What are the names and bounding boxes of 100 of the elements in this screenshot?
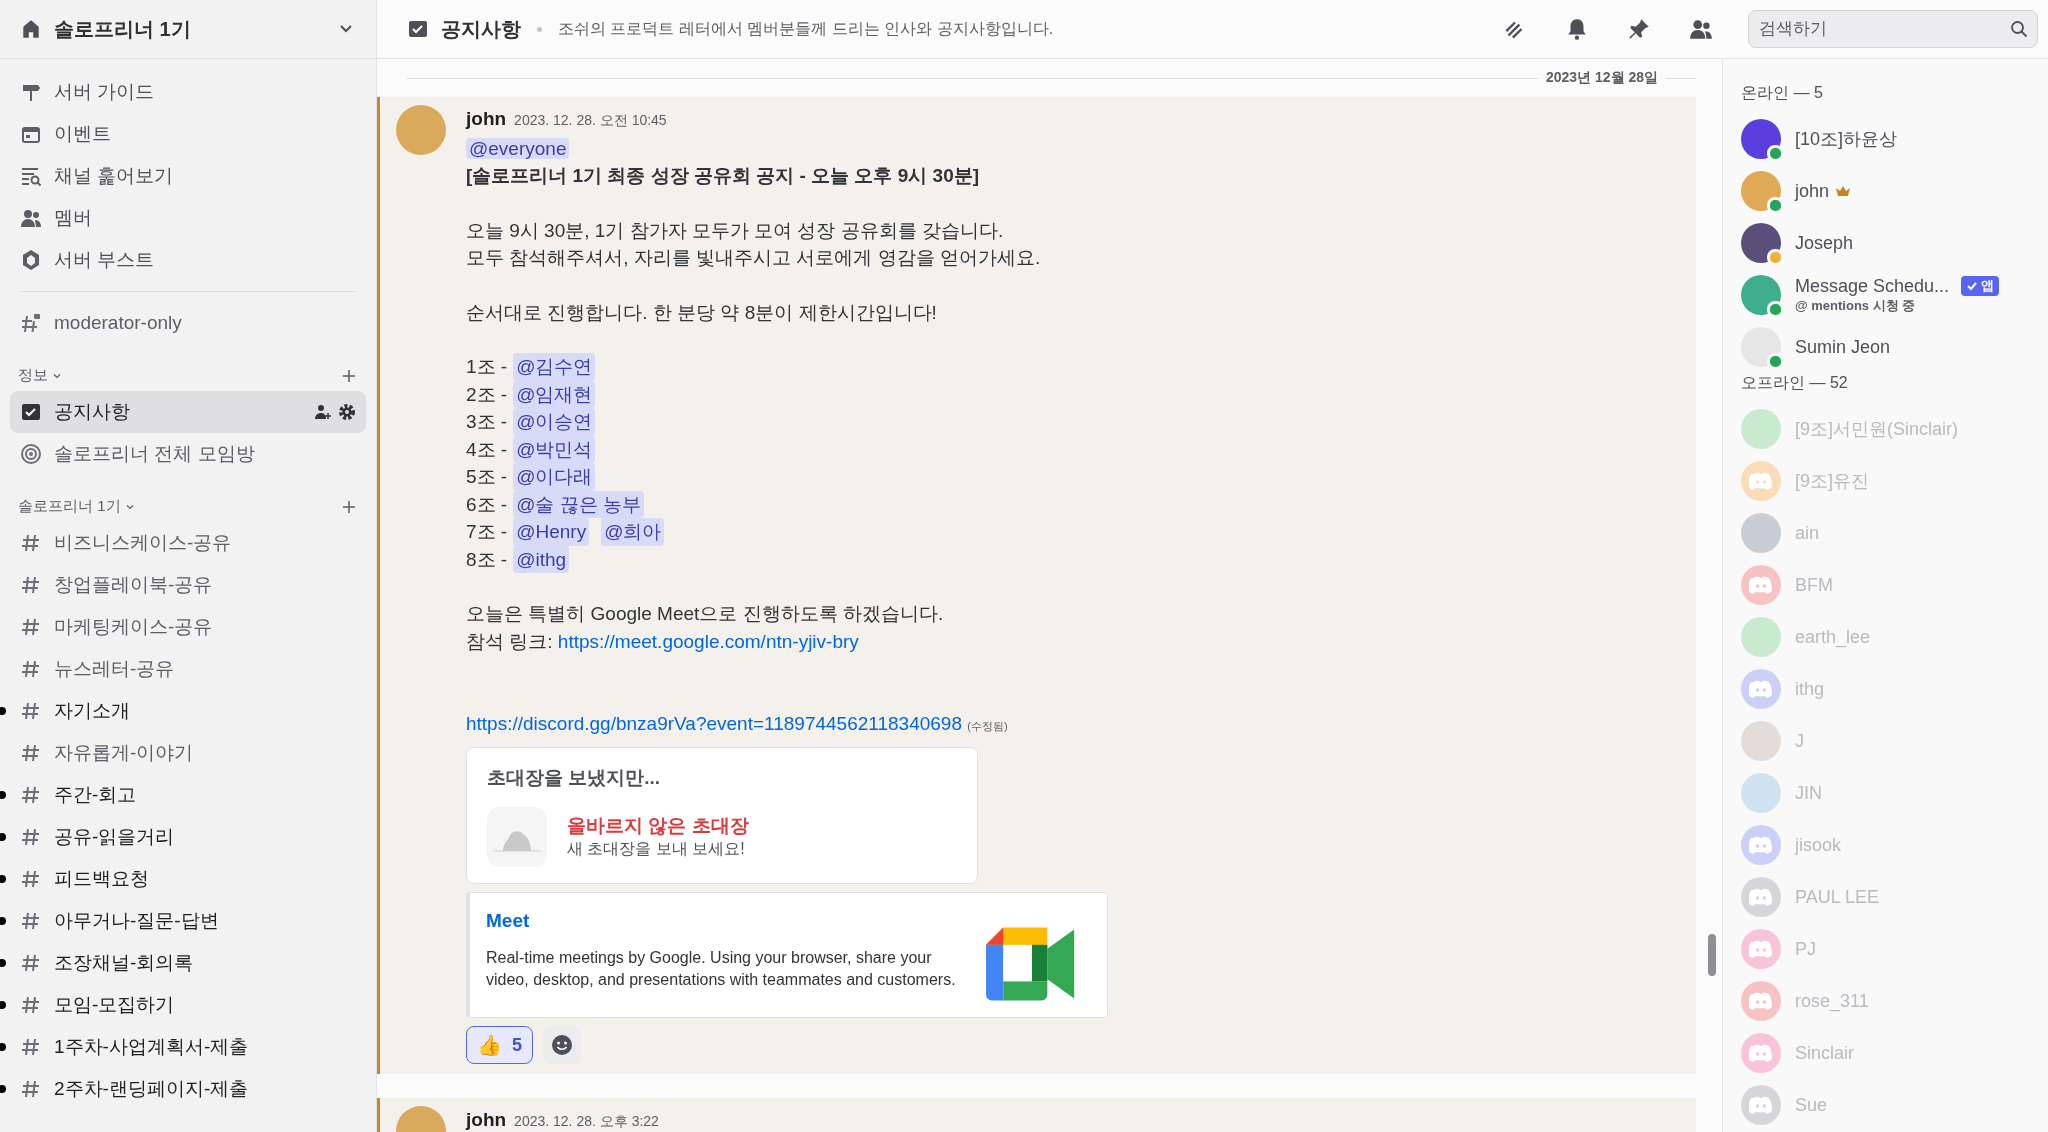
announcement-icon <box>20 401 42 423</box>
nav-item[interactable]: 서버 가이드 <box>10 71 366 113</box>
mention[interactable]: @임재현 <box>513 380 596 408</box>
link[interactable]: https://meet.google.com/ntn-yjiv-bry <box>557 630 859 652</box>
member-name: Joseph <box>1795 232 1854 254</box>
nav-item[interactable]: 서버 부스트 <box>10 239 366 281</box>
channel-item[interactable]: 1주차-사업계획서-제출 <box>10 1026 366 1068</box>
hash-icon <box>20 910 42 932</box>
channel-item[interactable]: 자유롭게-이야기 <box>10 732 366 774</box>
timestamp: 2023. 12. 28. 오전 10:45 <box>514 111 667 130</box>
add-channel-icon[interactable] <box>342 499 356 514</box>
embed-title[interactable]: Meet <box>486 907 956 935</box>
server-icon <box>20 18 42 40</box>
mention[interactable]: @everyone <box>466 137 570 159</box>
member-name: [10조]하윤상 <box>1795 128 1898 151</box>
member-name: [9조]유진 <box>1795 470 1869 493</box>
settings-icon[interactable] <box>338 403 356 421</box>
mention[interactable]: @희아 <box>601 518 665 546</box>
member-activity: @ mentions 시청 중 <box>1795 296 1917 315</box>
hash-icon <box>20 952 42 974</box>
channel-item[interactable]: 마케팅케이스-공유 <box>10 606 366 648</box>
member-name: ithg <box>1795 678 1825 700</box>
controller-face-icon <box>1749 992 1773 1010</box>
nav-item[interactable]: 채널 훑어보기 <box>10 155 366 197</box>
mention[interactable]: @Henry <box>513 518 590 546</box>
mention[interactable]: @김수연 <box>513 353 596 381</box>
add-reaction-button[interactable] <box>543 1026 581 1064</box>
channel-item[interactable]: moderator-only <box>10 302 366 344</box>
app-tag: 앱 <box>1961 276 2000 296</box>
author-name[interactable]: john <box>466 1106 507 1132</box>
channel-item[interactable]: 2주차-랜딩페이지-제출 <box>10 1068 366 1110</box>
mention[interactable]: @ithg <box>513 545 570 573</box>
member-name: PJ <box>1795 938 1816 960</box>
controller-face-icon <box>1749 940 1773 958</box>
team-label: 3조 - <box>466 410 508 434</box>
member-name: jisook <box>1795 834 1842 856</box>
member-item[interactable]: Joseph <box>1741 217 2038 269</box>
controller-face-icon <box>1749 680 1773 698</box>
hash-icon <box>20 1078 42 1100</box>
mention[interactable]: @박민석 <box>513 435 596 463</box>
reaction-button[interactable]: 👍 5 <box>466 1026 533 1064</box>
search-field[interactable]: 검색하기 <box>1748 10 2038 48</box>
controller-face-icon <box>1749 888 1773 906</box>
mention[interactable]: @이다래 <box>513 463 596 491</box>
member-item[interactable]: Sumin Jeon <box>1741 321 2038 373</box>
invite-member-icon[interactable] <box>314 403 332 421</box>
channel-item[interactable]: 뉴스레터-공유 <box>10 648 366 690</box>
member-section-title: 오프라인 — 52 <box>1741 373 1849 393</box>
channel-item[interactable]: 공지사항 <box>10 391 366 433</box>
hash-icon <box>20 1036 42 1058</box>
check-icon <box>1966 280 1979 292</box>
channel-item[interactable]: 자기소개 <box>10 690 366 732</box>
mention[interactable]: @술 끊은 농부 <box>513 490 645 518</box>
sad-pile-icon <box>487 807 547 867</box>
channel-item[interactable]: 창업플레이북-공유 <box>10 564 366 606</box>
mention[interactable]: @이승연 <box>513 408 596 436</box>
member-name: Message Schedu... <box>1795 275 1950 297</box>
hash-icon <box>20 658 42 680</box>
channel-item[interactable]: 비즈니스케이스-공유 <box>10 522 366 564</box>
message-text: 오늘 9시 30분, 1기 참가자 모두가 모여 성장 공유회를 갖습니다. 모두 참석해주셔서, 자리를 빛내주시고 서로에게 영감을 얻어가세요. <box>466 218 1042 270</box>
member-name: ain <box>1795 522 1820 544</box>
member-item[interactable]: john <box>1741 165 2038 217</box>
nav-item[interactable]: 이벤트 <box>10 113 366 155</box>
hash-icon <box>20 826 42 848</box>
category-header[interactable]: 솔로프리너 1기 <box>18 497 121 516</box>
announcement-icon <box>407 18 429 40</box>
channel-item[interactable]: 솔로프리너 전체 모임방 <box>10 433 366 475</box>
hash-icon <box>20 742 42 764</box>
channel-item[interactable]: 모임-모집하기 <box>10 984 366 1026</box>
channel-title: 공지사항 <box>441 16 521 42</box>
server-name: 솔로프리너 1기 <box>54 16 192 42</box>
hash-icon <box>20 868 42 890</box>
member-name: rose_311 <box>1795 990 1869 1012</box>
member-name: Sumin Jeon <box>1795 336 1891 358</box>
link[interactable]: https://discord.gg/bnza9rVa?event=1189744562118340698 <box>466 713 962 734</box>
link-label: 참석 링크: <box>466 630 553 652</box>
channel-item[interactable]: 공유-읽을거리 <box>10 816 366 858</box>
member-name: Sinclair <box>1795 1042 1855 1064</box>
stage-icon <box>20 443 42 465</box>
nav-item[interactable]: 멤버 <box>10 197 366 239</box>
channel-item[interactable]: 아무거나-질문-답변 <box>10 900 366 942</box>
controller-face-icon <box>1749 576 1773 594</box>
team-label: 1조 - <box>466 355 508 379</box>
locked-hash-icon <box>20 312 42 334</box>
author-name[interactable]: john <box>466 105 507 133</box>
server-header[interactable]: 솔로프리너 1기 <box>0 0 376 59</box>
member-item[interactable]: [10조]하윤상 <box>1741 113 2038 165</box>
channel-item[interactable]: 피드백요청 <box>10 858 366 900</box>
timestamp: 2023. 12. 28. 오후 3:22 <box>514 1112 659 1131</box>
member-item[interactable]: Message Schedu... 앱 @ mentions 시청 중 <box>1741 269 2038 321</box>
channel-item[interactable]: 조장채널-회의록 <box>10 942 366 984</box>
member-name: earth_lee <box>1795 626 1871 648</box>
invite-error: 올바르지 않은 초대장 <box>567 814 749 838</box>
channel-item[interactable]: 주간-회고 <box>10 774 366 816</box>
team-label: 6조 - <box>466 492 508 517</box>
scrollbar-thumb[interactable] <box>1708 934 1716 976</box>
team-label: 5조 - <box>466 465 508 489</box>
controller-face-icon <box>1749 472 1773 490</box>
category-header[interactable]: 정보 <box>18 366 48 385</box>
add-channel-icon[interactable] <box>342 368 356 383</box>
